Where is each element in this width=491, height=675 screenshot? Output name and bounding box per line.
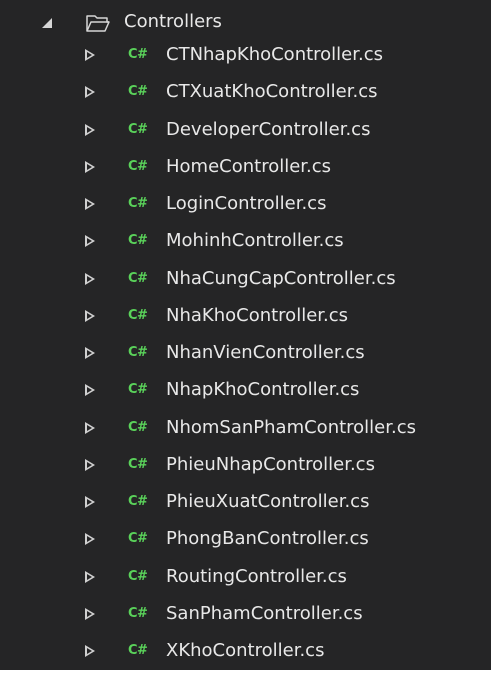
tree-file-item[interactable]: C# PhongBanController.cs: [0, 523, 491, 556]
tree-file-item[interactable]: C# HomeController.cs: [0, 151, 491, 184]
file-label: NhapKhoController.cs: [166, 379, 360, 401]
tree-file-item[interactable]: C# MohinhController.cs: [0, 225, 491, 258]
file-label: PhongBanController.cs: [166, 528, 369, 550]
folder-label: Controllers: [124, 11, 222, 32]
csharp-file-icon: C#: [128, 568, 148, 584]
tree-file-item[interactable]: C# NhapKhoController.cs: [0, 374, 491, 407]
csharp-file-icon: C#: [128, 307, 148, 323]
solution-explorer-tree: Controllers C# CTNhapKhoController.cs C# CT…: [0, 0, 491, 670]
csharp-file-icon: C#: [128, 158, 148, 174]
collapsed-triangle-icon[interactable]: [85, 49, 95, 61]
tree-folder-controllers[interactable]: Controllers: [0, 6, 491, 39]
file-label: NhanVienController.cs: [166, 342, 365, 363]
file-label: XKhoController.cs: [166, 640, 325, 661]
folder-open-icon: [86, 15, 110, 32]
tree-file-item[interactable]: C# CTXuatKhoController.cs: [0, 76, 491, 109]
collapsed-triangle-icon[interactable]: [85, 533, 95, 546]
tree-file-item[interactable]: C# LoginController.cs: [0, 188, 491, 221]
tree-file-item[interactable]: C# NhaKhoController.cs: [0, 300, 491, 333]
collapsed-triangle-icon[interactable]: [85, 86, 95, 99]
file-label: CTNhapKhoController.cs: [166, 44, 384, 65]
collapsed-triangle-icon[interactable]: [85, 496, 95, 508]
file-label: RoutingController.cs: [166, 565, 347, 587]
csharp-file-icon: C#: [128, 121, 148, 137]
collapsed-triangle-icon[interactable]: [85, 347, 95, 359]
file-label: CTXuatKhoController.cs: [166, 81, 378, 103]
tree-file-item[interactable]: C# SanPhamController.cs: [0, 598, 491, 631]
csharp-file-icon: C#: [128, 345, 148, 360]
tree-file-item[interactable]: C# NhanVienController.cs: [0, 337, 491, 370]
file-label: SanPhamController.cs: [166, 602, 363, 624]
file-label: PhieuNhapController.cs: [166, 453, 375, 475]
collapsed-triangle-icon[interactable]: [85, 198, 95, 210]
collapsed-triangle-icon[interactable]: [85, 123, 95, 136]
csharp-file-icon: C#: [128, 233, 148, 249]
collapsed-triangle-icon[interactable]: [85, 570, 95, 583]
tree-file-item[interactable]: C# XKhoController.cs: [0, 635, 491, 668]
collapsed-triangle-icon[interactable]: [85, 384, 95, 397]
collapsed-triangle-icon[interactable]: [85, 309, 95, 322]
file-label: NhaCungCapController.cs: [166, 267, 396, 289]
csharp-file-icon: C#: [128, 419, 148, 435]
csharp-file-icon: C#: [128, 382, 148, 398]
csharp-file-icon: C#: [128, 605, 148, 621]
file-label: MohinhController.cs: [166, 230, 344, 252]
csharp-file-icon: C#: [128, 456, 148, 472]
file-label: DeveloperController.cs: [166, 118, 371, 140]
expanded-triangle-icon[interactable]: [42, 18, 52, 28]
csharp-file-icon: C#: [128, 643, 148, 658]
collapsed-triangle-icon[interactable]: [85, 160, 95, 173]
file-label: PhieuXuatController.cs: [166, 491, 370, 512]
collapsed-triangle-icon[interactable]: [85, 458, 95, 471]
tree-file-item[interactable]: C# NhaCungCapController.cs: [0, 263, 491, 296]
csharp-file-icon: C#: [128, 531, 148, 547]
collapsed-triangle-icon[interactable]: [85, 421, 95, 434]
tree-file-item[interactable]: C# DeveloperController.cs: [0, 114, 491, 147]
file-label: HomeController.cs: [166, 155, 332, 177]
tree-file-item[interactable]: C# RoutingController.cs: [0, 561, 491, 594]
file-label: LoginController.cs: [166, 193, 327, 214]
file-label: NhaKhoController.cs: [166, 304, 349, 326]
collapsed-triangle-icon[interactable]: [85, 607, 95, 620]
tree-file-item[interactable]: C# PhieuNhapController.cs: [0, 449, 491, 482]
csharp-file-icon: C#: [128, 494, 148, 509]
tree-file-item[interactable]: C# PhieuXuatController.cs: [0, 486, 491, 519]
tree-file-item[interactable]: C# CTNhapKhoController.cs: [0, 39, 491, 72]
tree-file-item[interactable]: C# NhomSanPhamController.cs: [0, 412, 491, 445]
csharp-file-icon: C#: [128, 196, 148, 211]
collapsed-triangle-icon[interactable]: [85, 235, 95, 248]
collapsed-triangle-icon[interactable]: [85, 272, 95, 285]
csharp-file-icon: C#: [128, 47, 148, 62]
file-label: NhomSanPhamController.cs: [166, 416, 416, 438]
csharp-file-icon: C#: [128, 84, 148, 100]
csharp-file-icon: C#: [128, 270, 148, 286]
collapsed-triangle-icon[interactable]: [85, 645, 95, 657]
